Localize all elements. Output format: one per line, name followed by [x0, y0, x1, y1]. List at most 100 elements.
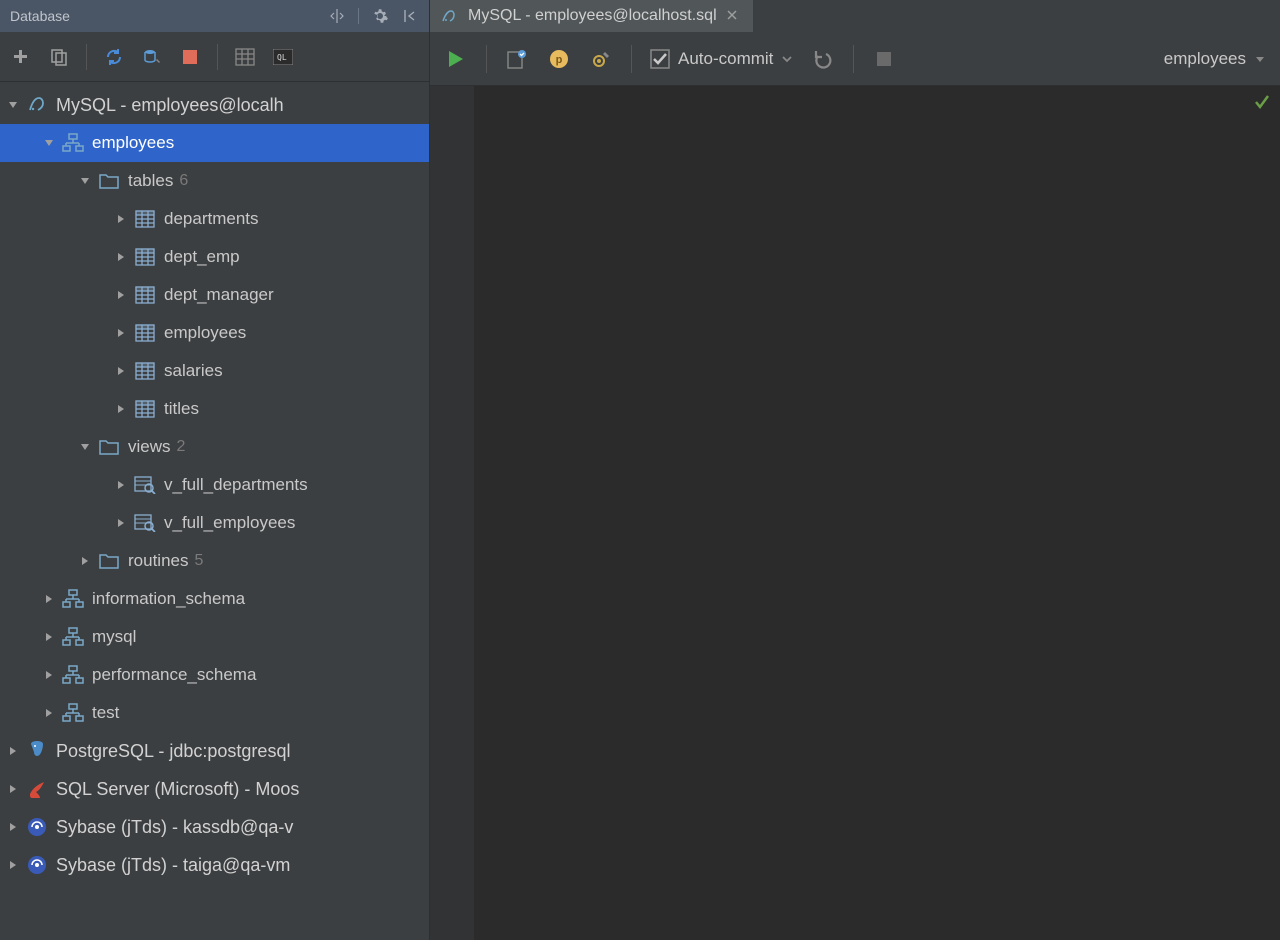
schema-node[interactable]: employees: [0, 124, 429, 162]
node-label: mysql: [92, 627, 136, 647]
hide-icon[interactable]: [401, 7, 419, 25]
settings-icon[interactable]: [589, 47, 613, 71]
expand-arrow-icon[interactable]: [78, 554, 92, 568]
divider: [486, 45, 487, 73]
add-icon[interactable]: [10, 46, 32, 68]
view-node[interactable]: v_full_employees: [0, 504, 429, 542]
schema-selector[interactable]: employees: [1164, 49, 1266, 69]
node-label: performance_schema: [92, 665, 256, 685]
connection-node[interactable]: PostgreSQL - jdbc:postgresql: [0, 732, 429, 770]
stop-icon[interactable]: [179, 46, 201, 68]
run-icon[interactable]: [444, 47, 468, 71]
expand-arrow-icon[interactable]: [42, 592, 56, 606]
schema-icon: [62, 702, 84, 724]
expand-arrow-icon[interactable]: [42, 630, 56, 644]
expand-arrow-icon[interactable]: [42, 668, 56, 682]
view-node[interactable]: v_full_departments: [0, 466, 429, 504]
table-icon: [134, 284, 156, 306]
table-icon: [134, 322, 156, 344]
table-icon: [134, 360, 156, 382]
table-node[interactable]: titles: [0, 390, 429, 428]
expand-arrow-icon[interactable]: [114, 402, 128, 416]
expand-arrow-icon[interactable]: [114, 516, 128, 530]
expand-arrow-icon[interactable]: [6, 858, 20, 872]
node-label: dept_manager: [164, 285, 274, 305]
folder-icon: [98, 170, 120, 192]
database-tree[interactable]: MySQL - employees@localh employees tables6…: [0, 82, 429, 940]
table-node[interactable]: dept_manager: [0, 276, 429, 314]
node-label: salaries: [164, 361, 223, 381]
node-label: views: [128, 437, 171, 457]
expand-arrow-icon[interactable]: [6, 744, 20, 758]
explain-plan-icon[interactable]: [505, 47, 529, 71]
refresh-icon[interactable]: [103, 46, 125, 68]
expand-arrow-icon[interactable]: [6, 820, 20, 834]
expand-arrow-icon[interactable]: [78, 174, 92, 188]
node-label: test: [92, 703, 119, 723]
expand-arrow-icon[interactable]: [6, 782, 20, 796]
connection-node[interactable]: Sybase (jTds) - taiga@qa-vm: [0, 846, 429, 884]
sqlserver-icon: [26, 778, 48, 800]
expand-arrow-icon[interactable]: [114, 288, 128, 302]
table-node[interactable]: salaries: [0, 352, 429, 390]
table-node[interactable]: employees: [0, 314, 429, 352]
copy-icon[interactable]: [48, 46, 70, 68]
node-label: employees: [92, 133, 174, 153]
connection-node[interactable]: MySQL - employees@localh: [0, 86, 429, 124]
mysql-icon: [440, 7, 458, 25]
check-icon: [1254, 94, 1270, 110]
table-icon: [134, 246, 156, 268]
node-label: v_full_departments: [164, 475, 308, 495]
divider: [631, 45, 632, 73]
node-label: SQL Server (Microsoft) - Moos: [56, 779, 299, 800]
node-label: information_schema: [92, 589, 245, 609]
expand-arrow-icon[interactable]: [114, 250, 128, 264]
node-label: routines: [128, 551, 188, 571]
folder-node[interactable]: views2: [0, 428, 429, 466]
node-label: Sybase (jTds) - kassdb@qa-v: [56, 817, 293, 838]
expand-arrow-icon[interactable]: [114, 212, 128, 226]
panel-header-actions: [328, 7, 419, 25]
node-label: employees: [164, 323, 246, 343]
schema-node[interactable]: test: [0, 694, 429, 732]
stop-query-icon[interactable]: [872, 47, 896, 71]
editor-content[interactable]: [474, 86, 1280, 940]
tab-sql-file[interactable]: MySQL - employees@localhost.sql: [430, 0, 753, 32]
database-sidebar: Database QL MySQL - employees@localhempl…: [0, 0, 430, 940]
svg-text:p: p: [556, 54, 563, 66]
wrench-db-icon[interactable]: [141, 46, 163, 68]
divider: [217, 44, 218, 70]
schema-icon: [62, 132, 84, 154]
schema-node[interactable]: mysql: [0, 618, 429, 656]
schema-node[interactable]: performance_schema: [0, 656, 429, 694]
expand-arrow-icon[interactable]: [42, 136, 56, 150]
table-icon[interactable]: [234, 46, 256, 68]
schema-node[interactable]: information_schema: [0, 580, 429, 618]
node-label: departments: [164, 209, 259, 229]
connection-node[interactable]: SQL Server (Microsoft) - Moos: [0, 770, 429, 808]
editor-area[interactable]: [430, 86, 1280, 940]
expand-arrow-icon[interactable]: [78, 440, 92, 454]
node-label: tables: [128, 171, 173, 191]
split-icon[interactable]: [328, 7, 346, 25]
rollback-icon[interactable]: [811, 47, 835, 71]
connection-node[interactable]: Sybase (jTds) - kassdb@qa-v: [0, 808, 429, 846]
gear-icon[interactable]: [371, 7, 389, 25]
auto-commit-label: Auto-commit: [678, 49, 773, 69]
expand-arrow-icon[interactable]: [114, 478, 128, 492]
expand-arrow-icon[interactable]: [114, 364, 128, 378]
folder-icon: [98, 550, 120, 572]
auto-commit-toggle[interactable]: Auto-commit: [650, 49, 793, 69]
console-icon[interactable]: QL: [272, 46, 294, 68]
folder-icon: [98, 436, 120, 458]
divider: [358, 8, 359, 24]
params-icon[interactable]: p: [547, 47, 571, 71]
expand-arrow-icon[interactable]: [42, 706, 56, 720]
table-node[interactable]: dept_emp: [0, 238, 429, 276]
expand-arrow-icon[interactable]: [114, 326, 128, 340]
expand-arrow-icon[interactable]: [6, 98, 20, 112]
close-icon[interactable]: [727, 10, 739, 22]
folder-node[interactable]: routines5: [0, 542, 429, 580]
table-node[interactable]: departments: [0, 200, 429, 238]
folder-node[interactable]: tables6: [0, 162, 429, 200]
